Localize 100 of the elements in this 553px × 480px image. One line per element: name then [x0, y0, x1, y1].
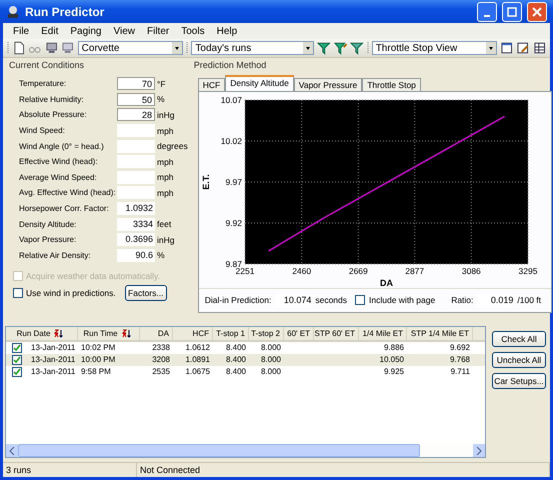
field-label: Temperature:	[19, 79, 68, 88]
window-title: Run Predictor	[25, 4, 106, 18]
table-cell-text: 9.768	[448, 354, 471, 366]
new-document-icon[interactable]	[12, 41, 26, 55]
horizontal-scrollbar[interactable]	[6, 444, 485, 457]
filter-dropdown[interactable]: Today's runs	[191, 41, 314, 55]
table-cell-text: 9:58 PM	[80, 366, 112, 378]
value-field[interactable]: 70	[117, 77, 155, 90]
tab[interactable]: Density Altitude	[225, 75, 294, 91]
maximize-button[interactable]	[502, 2, 522, 22]
menu-item[interactable]: Edit	[35, 26, 64, 36]
column-header[interactable]: DA	[140, 327, 173, 340]
menu-item[interactable]: Tools	[175, 26, 211, 36]
value-field[interactable]: 28	[117, 108, 155, 122]
table-cell-text: 9.711	[450, 366, 471, 378]
x-tick-label: 2251	[235, 266, 254, 276]
monitor-icon[interactable]	[44, 41, 58, 55]
table-row[interactable]: 13-Jan-2011 10:00 PM 3208 1.0891 8.400 8.000 10.050 9.768	[6, 354, 485, 366]
checkbox[interactable]	[12, 343, 22, 353]
unit-label: inHg	[157, 234, 174, 245]
car-dropdown[interactable]: Corvette	[78, 41, 184, 55]
status-text: Not Connected	[137, 463, 550, 477]
column-header[interactable]: HCF	[173, 327, 213, 340]
column-header[interactable]: STP 60' ET	[314, 327, 359, 340]
unit-label: mph	[157, 188, 174, 198]
value-field: 90.6	[117, 248, 155, 262]
table-icon[interactable]	[532, 41, 546, 55]
sort-icon[interactable]	[122, 329, 131, 338]
close-icon	[532, 6, 542, 16]
x-tick-label: 2460	[292, 266, 311, 276]
value-field: 1.0932	[117, 202, 155, 216]
unit-label: mph	[157, 126, 174, 136]
view-dropdown[interactable]: Throttle Stop View	[372, 41, 497, 55]
unit-label: feet	[157, 219, 172, 230]
y-tick-label: 10.02	[220, 136, 242, 146]
checkbox[interactable]	[12, 355, 22, 365]
factors-button[interactable]: Factors...	[124, 284, 167, 301]
column-header[interactable]: T-stop 1	[213, 327, 249, 340]
scroll-left-icon[interactable]	[6, 444, 18, 457]
y-tick-label: 10.07	[220, 95, 242, 105]
menu-item[interactable]: File	[7, 26, 36, 36]
table-cell-text: 9.886	[382, 342, 405, 354]
menu-item[interactable]: View	[108, 26, 141, 36]
column-header[interactable]: Run Date	[6, 327, 78, 340]
column-header[interactable]: 60' ET	[284, 327, 314, 340]
maximize-icon	[507, 6, 517, 16]
toolbar-grip-icon	[366, 42, 369, 54]
table-cell-text: 1.0891	[184, 354, 211, 366]
tab[interactable]: HCF	[198, 78, 226, 91]
close-button[interactable]	[527, 2, 547, 22]
checkbox[interactable]	[13, 288, 23, 298]
y-tick-label: 9.97	[225, 177, 242, 187]
tab[interactable]: Vapor Pressure	[294, 78, 362, 91]
field-label: Average Wind Speed:	[19, 172, 98, 182]
action-button[interactable]: Car Setups...	[492, 373, 546, 389]
x-tick-label: 2669	[348, 266, 368, 276]
sort-icon[interactable]	[54, 329, 64, 338]
value-field[interactable]: 50	[117, 92, 155, 106]
table-cell-text: 10:02 PM	[80, 342, 116, 354]
table-cell-text: 9.925	[382, 366, 405, 378]
checkbox-label: Acquire weather data automatically.	[26, 270, 160, 281]
minimize-button[interactable]	[477, 2, 497, 22]
table-cell-text: 13-Jan-2011	[30, 354, 76, 366]
unit-label: %	[157, 94, 165, 104]
unit-label: mph	[157, 172, 174, 182]
filter-edit-icon[interactable]	[334, 41, 348, 55]
minimize-icon	[484, 14, 490, 16]
status-text: 3 runs	[3, 463, 137, 477]
table-icon[interactable]	[500, 41, 514, 55]
menu-item[interactable]: Filter	[141, 26, 176, 36]
column-header[interactable]: Run Time	[78, 327, 140, 340]
unit-label: /100 ft	[517, 295, 542, 305]
column-header[interactable]: STP 1/4 Mile ET	[407, 327, 473, 340]
menu-item[interactable]: Paging	[64, 26, 108, 36]
table-edit-icon[interactable]	[516, 41, 530, 55]
table-cell-text: 13-Jan-2011	[30, 342, 76, 354]
field-label: Relative Air Density:	[19, 250, 92, 260]
y-tick-label: 9.87	[225, 259, 242, 269]
action-button[interactable]: Uncheck All	[492, 352, 546, 368]
tab[interactable]: Throttle Stop	[362, 78, 421, 91]
column-header[interactable]: 1/4 Mile ET	[359, 327, 407, 340]
scroll-right-icon[interactable]	[473, 444, 485, 457]
table-cell-text: 1.0675	[184, 366, 211, 378]
table-cell-text: 8.400	[224, 366, 247, 378]
field-label: Density Altitude:	[19, 220, 78, 229]
field-label: Wind Angle (0° = head.)	[19, 142, 105, 151]
scrollbar-thumb[interactable]	[18, 444, 420, 457]
toolbar-grip-icon	[186, 42, 188, 54]
checkbox-label: Include with page	[369, 295, 436, 305]
table-cell-text: 8.400	[224, 354, 247, 366]
checkbox[interactable]	[12, 367, 22, 377]
filter-icon[interactable]	[317, 41, 331, 55]
unit-label: %	[157, 250, 165, 260]
action-button[interactable]: Check All	[492, 331, 546, 347]
column-header[interactable]: T-stop 2	[249, 327, 284, 340]
filter-icon[interactable]	[350, 41, 364, 55]
monitor-icon[interactable]	[61, 41, 75, 55]
y-tick-label: 9.92	[225, 218, 242, 228]
menu-item[interactable]: Help	[210, 26, 244, 36]
checkbox[interactable]	[355, 295, 366, 305]
